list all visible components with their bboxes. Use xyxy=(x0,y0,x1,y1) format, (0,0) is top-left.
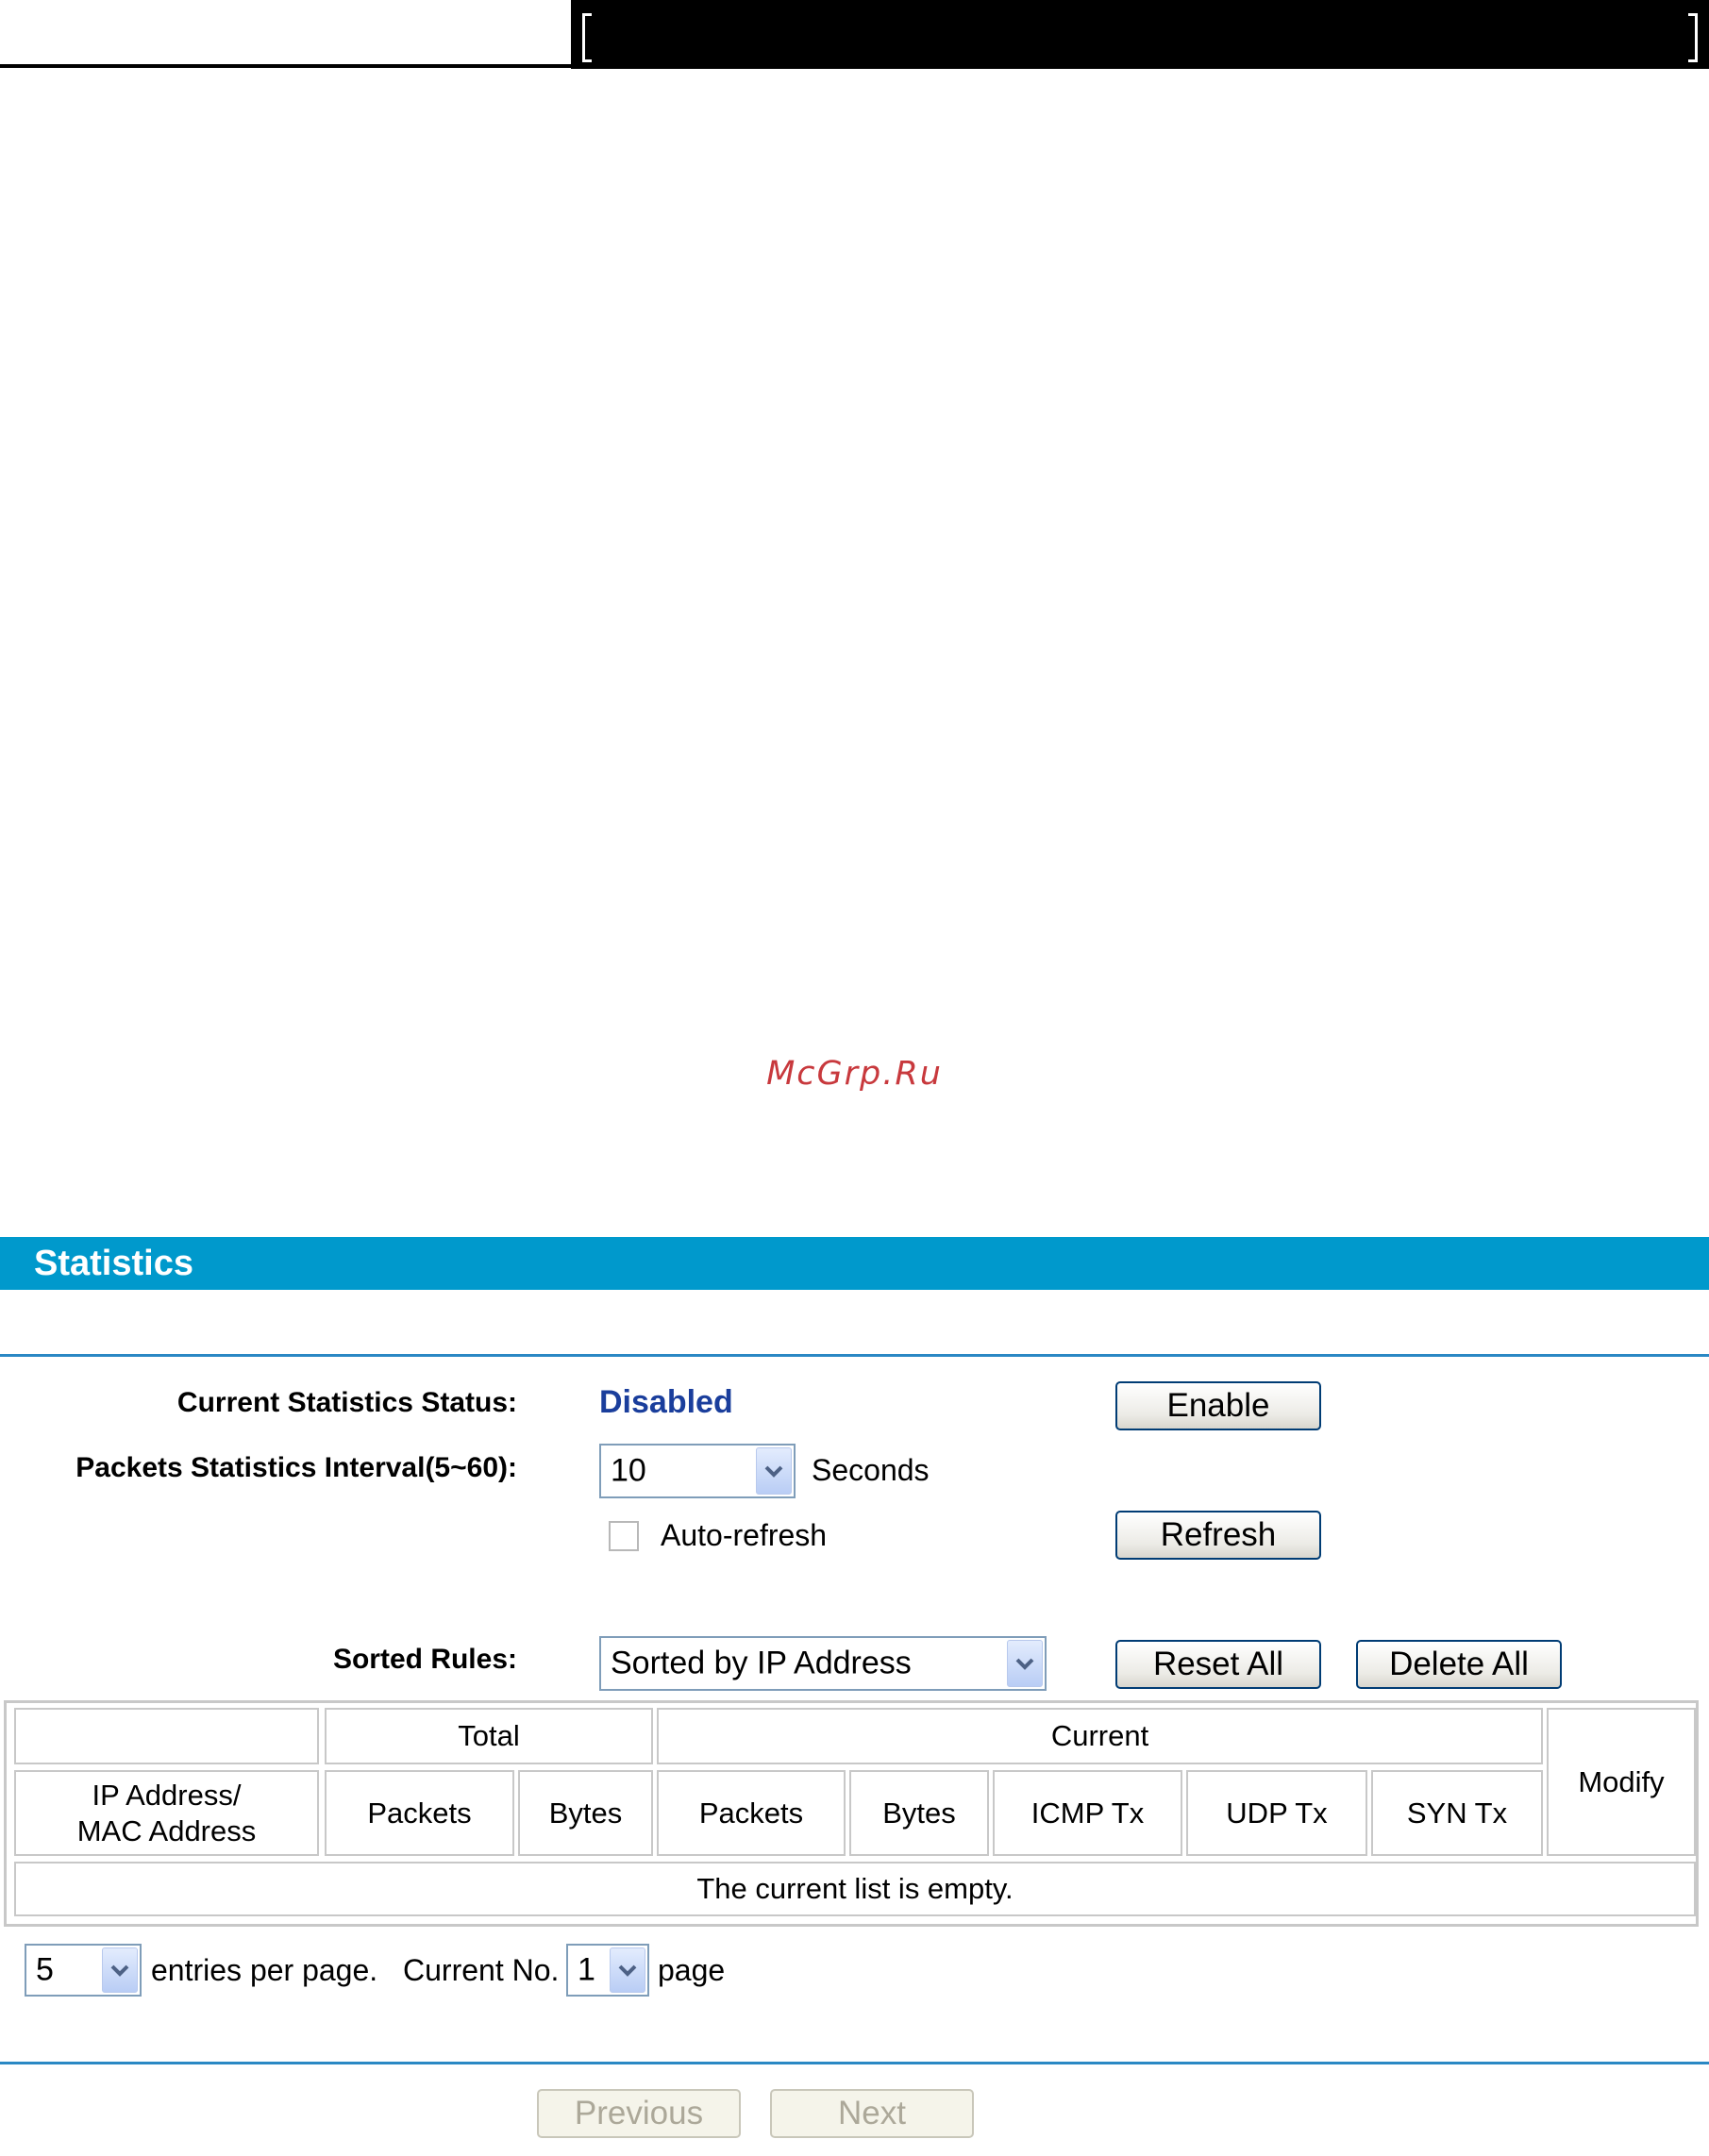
refresh-button[interactable]: Refresh xyxy=(1115,1511,1321,1560)
status-label: Current Statistics Status: xyxy=(176,1387,517,1418)
table-header-icmp-tx: ICMP Tx xyxy=(993,1770,1182,1856)
table-header-total: Total xyxy=(325,1708,653,1764)
chevron-down-icon[interactable] xyxy=(1007,1640,1043,1687)
table-header-address: IP Address/ MAC Address xyxy=(14,1770,319,1856)
statistics-header-bar xyxy=(0,1237,1709,1290)
table-header-total-packets: Packets xyxy=(325,1770,514,1856)
bottom-divider xyxy=(0,2062,1709,2064)
table-header-current-bytes: Bytes xyxy=(849,1770,989,1856)
status-value: Disabled xyxy=(599,1384,733,1420)
top-divider xyxy=(0,1354,1709,1357)
empty-list-message: The current list is empty. xyxy=(14,1862,1696,1916)
delete-all-button[interactable]: Delete All xyxy=(1356,1640,1562,1689)
entries-per-page-value: 5 xyxy=(36,1951,54,1988)
address-header-line1: IP Address/ xyxy=(92,1778,242,1812)
current-no-label: Current No. xyxy=(403,1953,560,1987)
enable-button[interactable]: Enable xyxy=(1115,1381,1321,1430)
auto-refresh-checkbox[interactable] xyxy=(609,1521,639,1551)
top-left-rule xyxy=(0,64,571,68)
watermark: McGrp.Ru xyxy=(766,1055,943,1093)
table-header-current-packets: Packets xyxy=(657,1770,846,1856)
table-header-current: Current xyxy=(657,1708,1543,1764)
top-black-bar xyxy=(571,0,1709,69)
chevron-down-icon[interactable] xyxy=(610,1947,645,1993)
sorted-rules-label: Sorted Rules: xyxy=(332,1644,517,1675)
statistics-table: Total Current Modify IP Address/ MAC Add… xyxy=(4,1700,1699,1927)
interval-label: Packets Statistics Interval(5~60): xyxy=(75,1452,517,1483)
bar-left-bracket xyxy=(582,13,592,62)
sorted-rules-select-value: Sorted by IP Address xyxy=(611,1645,912,1681)
chevron-down-icon[interactable] xyxy=(756,1447,792,1495)
interval-unit: Seconds xyxy=(812,1453,930,1487)
page-number-value: 1 xyxy=(578,1951,595,1988)
page-title: Statistics xyxy=(34,1244,193,1283)
entries-per-page-label: entries per page. xyxy=(151,1953,378,1987)
page-label: page xyxy=(658,1953,726,1987)
page-number-select[interactable]: 1 xyxy=(566,1944,649,1997)
next-button[interactable]: Next xyxy=(770,2089,974,2138)
auto-refresh-label: Auto-refresh xyxy=(661,1518,828,1552)
interval-select[interactable]: 10 xyxy=(599,1444,796,1498)
table-header-blank xyxy=(14,1708,319,1764)
table-header-udp-tx: UDP Tx xyxy=(1186,1770,1367,1856)
entries-per-page-select[interactable]: 5 xyxy=(25,1944,142,1997)
table-header-total-bytes: Bytes xyxy=(518,1770,653,1856)
reset-all-button[interactable]: Reset All xyxy=(1115,1640,1321,1689)
sorted-rules-select[interactable]: Sorted by IP Address xyxy=(599,1636,1047,1691)
table-header-syn-tx: SYN Tx xyxy=(1371,1770,1543,1856)
chevron-down-icon[interactable] xyxy=(102,1947,138,1993)
bar-right-bracket xyxy=(1688,13,1698,62)
table-header-modify: Modify xyxy=(1547,1708,1696,1856)
previous-button[interactable]: Previous xyxy=(537,2089,741,2138)
interval-select-value: 10 xyxy=(611,1452,646,1489)
address-header-line2: MAC Address xyxy=(76,1813,257,1847)
